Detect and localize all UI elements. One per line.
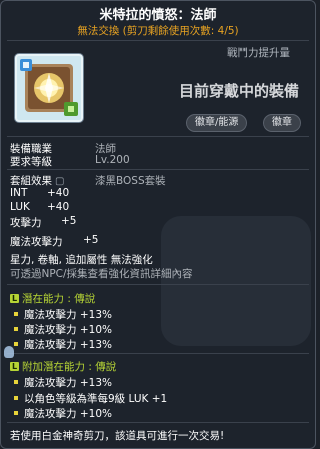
item-icon — [15, 54, 83, 122]
divider — [7, 353, 309, 354]
combat-power-label: 戰鬥力提升量 — [227, 47, 290, 59]
bullet-icon — [14, 312, 18, 316]
divider — [7, 136, 309, 137]
divider — [7, 422, 309, 423]
trade-status: 無法交換 (剪刀剩餘使用次數: 4/5) — [77, 25, 239, 37]
additional-potential-line: 魔法攻擊力 +10% — [14, 406, 112, 421]
set-label: 套組效果 — [10, 175, 52, 187]
stat-att-value: +5 — [61, 215, 77, 227]
level-row: 要求等級 — [10, 154, 52, 169]
level-label: 要求等級 — [10, 156, 52, 168]
lock-icon: ▢ — [55, 176, 65, 187]
additional-potential-header: L 附加潛在能力 : 傳說 — [10, 361, 117, 373]
bullet-icon — [14, 327, 18, 331]
bullet-icon — [14, 396, 18, 400]
stat-att: 攻擊力 — [10, 217, 42, 229]
footer-note: 若使用白金神奇剪刀，該道具可進行一次交易! — [10, 430, 225, 442]
scissors-icon — [4, 346, 14, 358]
divider — [7, 40, 309, 41]
equipped-label: 目前穿戴中的裝備 — [178, 82, 299, 100]
stat-matt-value: +5 — [83, 234, 99, 246]
bullet-icon — [14, 342, 18, 346]
item-name: 米特拉的憤怒：法師 — [99, 8, 217, 23]
watermark-decoration — [151, 206, 315, 356]
set-row: 套組效果 ▢ — [10, 173, 64, 188]
badge-emblem: 徽章 — [263, 114, 301, 132]
item-tooltip: 米特拉的憤怒：法師 無法交換 (剪刀剩餘使用次數: 4/5) 戰鬥力提升量 目前… — [0, 0, 316, 449]
additional-potential-line: 以角色等級為準每9級 LUK +1 — [14, 391, 167, 406]
badge-emblem-energy: 徽章/能源 — [186, 114, 248, 132]
enhance-flags: 星力, 卷軸, 追加屬性 無法強化 — [10, 254, 153, 266]
divider — [7, 284, 309, 285]
stat-luk-value: +40 — [47, 201, 70, 213]
legendary-grade-icon: L — [10, 362, 19, 371]
bullet-icon — [14, 411, 18, 415]
potential-line: 魔法攻擊力 +10% — [14, 322, 112, 337]
potential-header: L 潛在能力 : 傳說 — [10, 293, 96, 305]
legendary-grade-icon: L — [10, 294, 19, 303]
bullet-icon — [14, 380, 18, 384]
stat-int-value: +40 — [47, 187, 70, 199]
stat-matt: 魔法攻擊力 — [10, 236, 63, 248]
divider — [7, 169, 309, 170]
stat-luk: LUK — [10, 201, 30, 213]
set-value: 漆黑BOSS套裝 — [95, 175, 166, 187]
potential-line: 魔法攻擊力 +13% — [14, 307, 112, 322]
stat-int: INT — [10, 187, 28, 199]
additional-potential-line: 魔法攻擊力 +13% — [14, 375, 112, 390]
level-value: Lv.200 — [95, 154, 130, 166]
potential-line: 魔法攻擊力 +13% — [14, 337, 112, 352]
enhance-info: 可透過NPC/採集查看強化資訊詳細內容 — [10, 268, 193, 280]
